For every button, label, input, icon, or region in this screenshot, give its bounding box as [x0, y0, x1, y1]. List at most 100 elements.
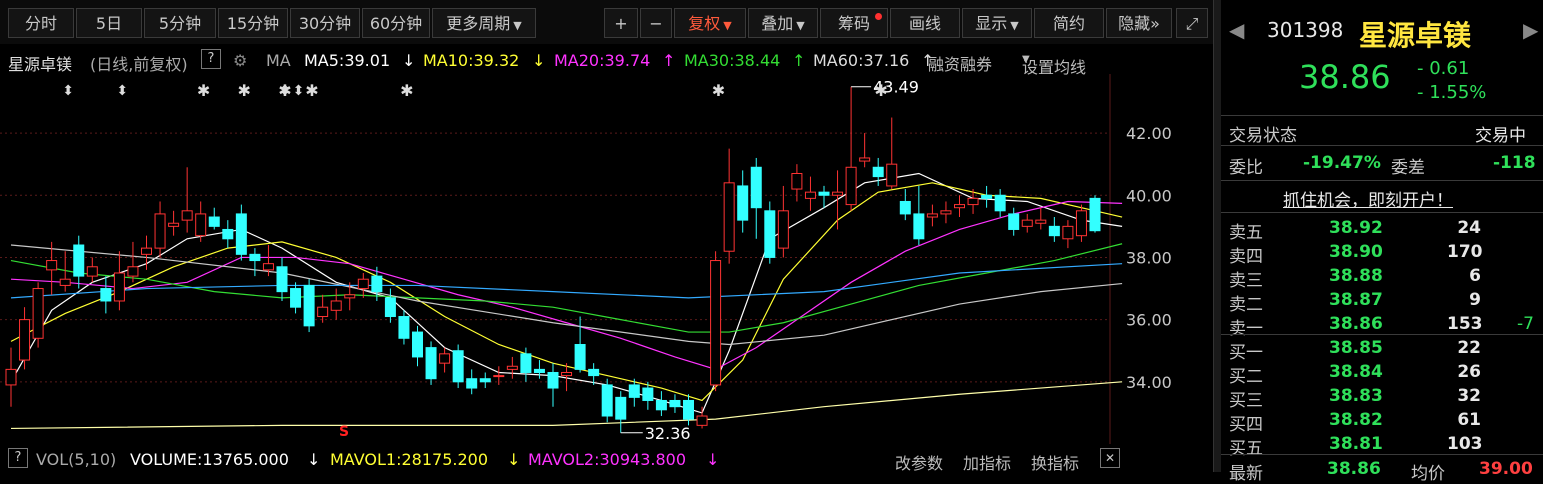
candle-up: [195, 213, 207, 237]
settings-gear-icon[interactable]: ⚙: [233, 51, 247, 70]
fullscreen-button[interactable]: ⤢: [1176, 8, 1208, 38]
chevron-down-icon: ▼: [1010, 19, 1019, 32]
display-dropdown[interactable]: 显示 ▼: [962, 8, 1032, 38]
orderbook-volume: 6: [1469, 266, 1481, 286]
event-asterisk-icon: ✱: [278, 81, 291, 100]
next-stock-arrow-icon[interactable]: ▶: [1523, 18, 1538, 42]
zoom-in-button[interactable]: +: [604, 8, 638, 38]
candle-up: [506, 365, 518, 370]
candle-up: [1035, 219, 1047, 224]
add-indicator-button[interactable]: 加指标: [963, 450, 1011, 474]
fuquan-dropdown[interactable]: 复权 ▼: [674, 8, 746, 38]
separator: [1221, 180, 1543, 181]
period-5min-button[interactable]: 5分钟: [144, 8, 216, 38]
candle-up: [859, 157, 871, 162]
candle-up: [46, 260, 58, 271]
candle-down: [994, 194, 1006, 212]
orderbook-volume: 153: [1447, 314, 1483, 334]
ma120-line: [10, 263, 1123, 299]
candle-up: [86, 266, 98, 277]
orderbook-price: 38.87: [1329, 290, 1383, 310]
volume-help-button[interactable]: ?: [8, 448, 28, 468]
price-change-pct: - 1.55%: [1417, 82, 1487, 103]
help-button[interactable]: ?: [201, 49, 221, 69]
ma-indicator-bar: 星源卓镁 (日线,前复权) ? ⚙ MA MA5:39.01 ↓ MA10:39…: [0, 48, 1213, 77]
candle-up: [832, 191, 844, 196]
draw-line-button[interactable]: 画线: [890, 8, 960, 38]
orderbook-volume: 26: [1457, 362, 1481, 382]
candle-down: [290, 288, 302, 308]
orderbook-price: 38.90: [1329, 242, 1383, 262]
candle-down: [1048, 225, 1060, 237]
candle-down: [398, 316, 410, 339]
overlay-dropdown[interactable]: 叠加 ▼: [748, 8, 818, 38]
candle-up: [154, 213, 166, 249]
candle-down: [588, 368, 600, 377]
low-price-label: 32.36: [645, 424, 691, 443]
expand-icon: ⤢: [1185, 14, 1199, 33]
candle-down: [818, 191, 830, 196]
event-asterisk-icon: ✱: [400, 81, 413, 100]
orderbook-level-label: 买五: [1229, 439, 1263, 459]
close-icon[interactable]: ✕: [1100, 448, 1120, 468]
event-diamond-icon: ⬍: [116, 83, 128, 99]
orderbook-price: 38.84: [1329, 362, 1383, 382]
orderbook-level-label: 买二: [1229, 367, 1263, 387]
chevron-down-icon: ▼: [513, 19, 522, 32]
stock-code: 301398: [1267, 18, 1344, 42]
period-30min-button[interactable]: 30分钟: [290, 8, 360, 38]
period-15min-button[interactable]: 15分钟: [218, 8, 288, 38]
candle-down: [249, 253, 261, 262]
orderbook-level-label: 卖三: [1229, 271, 1263, 291]
chart-mode-label: (日线,前复权): [90, 55, 188, 74]
overlay-label: 叠加: [761, 14, 794, 33]
ma30-arrow-up-icon: ↑: [792, 51, 806, 70]
candle-down: [750, 166, 762, 209]
period-5day-button[interactable]: 5日: [76, 8, 142, 38]
candle-up: [330, 300, 342, 311]
candle-up: [561, 371, 573, 377]
y-tick-label: 34.00: [1126, 373, 1172, 392]
candle-up: [439, 353, 451, 364]
orderbook-level-label: 卖二: [1229, 295, 1263, 315]
candle-up: [1062, 225, 1074, 240]
volume-indicator-bar: ? VOL(5,10) VOLUME:13765.000 ↓ MAVOL1:28…: [0, 446, 1213, 474]
separator: [1221, 145, 1543, 146]
candlestick-chart[interactable]: 43.4932.36⬍ ⬍ ⬍ ⬍✱ ✱ ✱ ✱ ✱ ✱ ✱S 42.0040.0038.0036…: [0, 74, 1213, 444]
zoom-out-button[interactable]: −: [640, 8, 672, 38]
margin-trading-button[interactable]: 融资融券: [928, 51, 992, 75]
candle-up: [723, 182, 735, 252]
more-periods-dropdown[interactable]: 更多周期 ▼: [432, 8, 536, 38]
simple-mode-button[interactable]: 简约: [1034, 8, 1104, 38]
candle-down: [412, 331, 423, 358]
display-label: 显示: [975, 14, 1008, 33]
orderbook-level-label: 买一: [1229, 343, 1263, 363]
chips-button[interactable]: 筹码: [820, 8, 888, 38]
ma30-value: MA30:38.44: [684, 51, 781, 70]
candle-down: [872, 166, 884, 178]
candle-up: [1075, 210, 1087, 237]
chevron-down-icon: ▼: [1022, 54, 1030, 65]
orderbook-volume: 22: [1457, 338, 1481, 358]
candle-down: [574, 344, 586, 370]
candle-down: [425, 347, 437, 380]
period-intraday-button[interactable]: 分时: [8, 8, 74, 38]
volume-indicator-name[interactable]: VOL(5,10): [36, 450, 116, 469]
event-asterisk-icon: ✱: [238, 81, 251, 100]
stock-label: 星源卓镁: [8, 55, 73, 74]
candle-down: [981, 194, 993, 199]
candle-up: [168, 222, 180, 227]
candle-down: [466, 378, 478, 389]
separator: [1221, 115, 1543, 116]
weicha-label: 委差: [1391, 158, 1425, 178]
hide-button[interactable]: 隐藏»: [1106, 8, 1172, 38]
orderbook-price: 38.85: [1329, 338, 1383, 358]
change-params-button[interactable]: 改参数: [895, 450, 943, 474]
switch-indicator-button[interactable]: 换指标: [1031, 450, 1079, 474]
period-60min-button[interactable]: 60分钟: [362, 8, 430, 38]
open-account-link[interactable]: 抓住机会，即刻开户！: [1283, 186, 1453, 211]
mavol2-arrow-down-icon: ↓: [706, 450, 720, 469]
ma10-value: MA10:39.32: [423, 51, 520, 70]
prev-stock-arrow-icon[interactable]: ◀: [1229, 18, 1244, 42]
event-asterisk-icon: ✱: [874, 81, 887, 100]
